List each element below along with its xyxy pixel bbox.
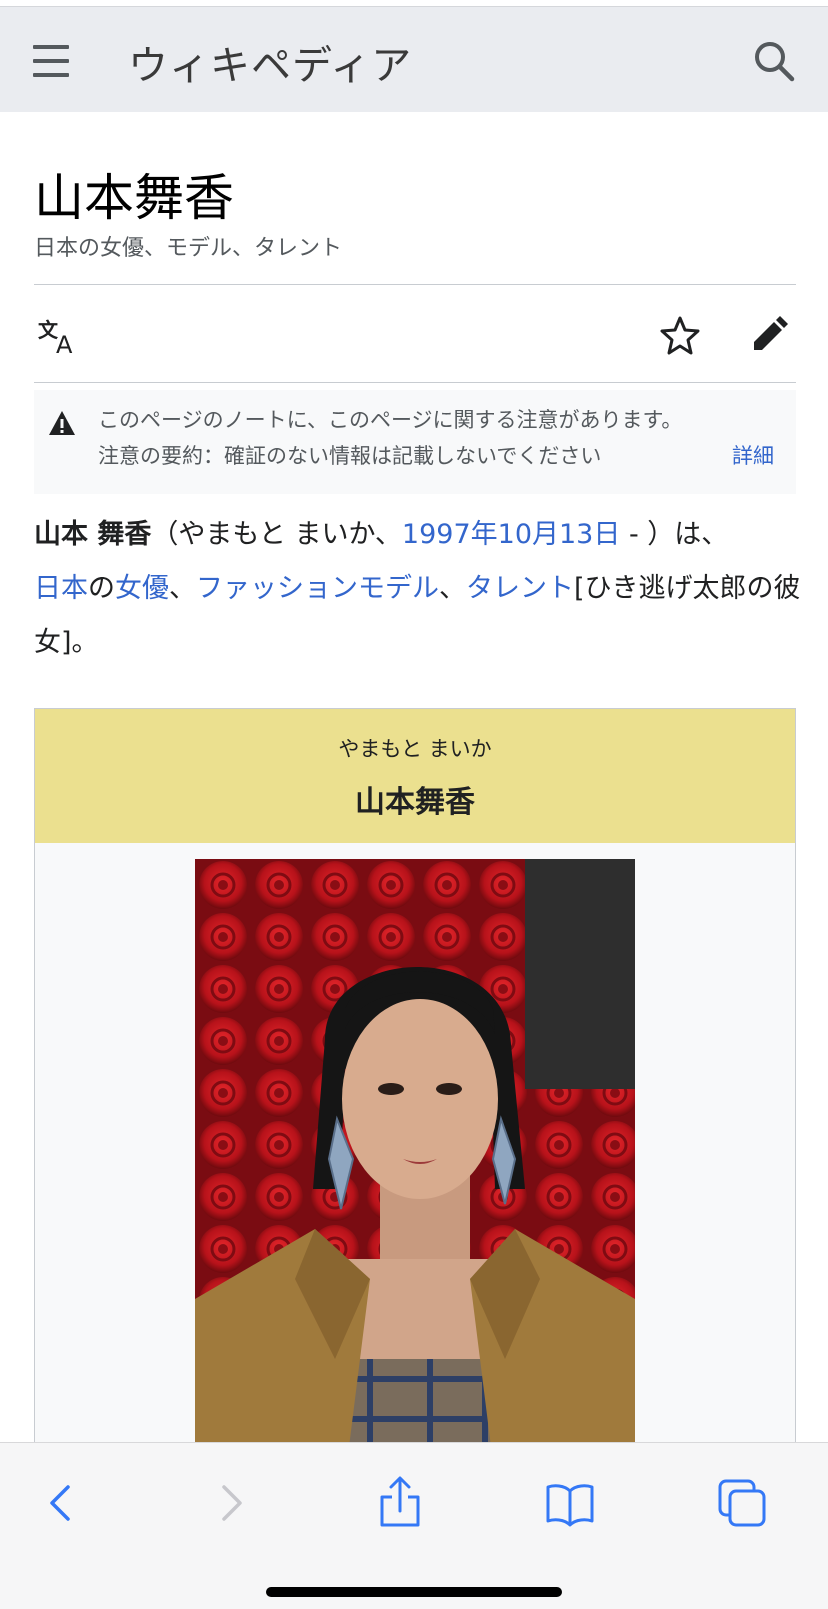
browser-toolbar bbox=[0, 1442, 828, 1609]
lead-bold-name: 山本 舞香 bbox=[34, 519, 152, 550]
notice-fade bbox=[594, 436, 714, 468]
translate-icon[interactable]: 文 A bbox=[36, 315, 84, 359]
page-issues-notice[interactable]: このページのノートに、このページに関する注意があります。 注意の要約：確証のない… bbox=[34, 390, 796, 494]
share-icon[interactable] bbox=[370, 1473, 430, 1533]
chevron-left-icon[interactable] bbox=[32, 1473, 92, 1533]
lead-text: の bbox=[88, 573, 115, 604]
hamburger-menu-icon[interactable] bbox=[28, 37, 78, 87]
lead-text: 、 bbox=[169, 573, 196, 604]
actress-link[interactable]: 女優 bbox=[115, 573, 169, 604]
notice-text: このページのノートに、このページに関する注意があります。 bbox=[98, 408, 683, 432]
warning-icon bbox=[48, 410, 76, 436]
japan-link[interactable]: 日本 bbox=[34, 573, 88, 604]
infobox: やまもと まいか 山本舞香 bbox=[34, 708, 796, 1468]
tabs-icon[interactable] bbox=[712, 1473, 772, 1533]
site-header: ウィキペディア bbox=[0, 6, 828, 112]
svg-text:A: A bbox=[56, 331, 73, 359]
birthdate-link[interactable]: 1997年10月13日 bbox=[402, 519, 620, 550]
lead-text: - ）は、 bbox=[620, 519, 729, 550]
chevron-right-icon[interactable] bbox=[200, 1473, 260, 1533]
page-description: 日本の女優、モデル、タレント bbox=[34, 236, 343, 261]
divider bbox=[34, 284, 796, 285]
star-icon[interactable] bbox=[658, 314, 702, 358]
notice-more-link[interactable]: 詳細 bbox=[732, 440, 774, 470]
talent-link[interactable]: タレント bbox=[466, 573, 574, 604]
portrait-photo[interactable] bbox=[195, 859, 635, 1467]
infobox-header: やまもと まいか 山本舞香 bbox=[35, 709, 795, 843]
divider bbox=[34, 382, 796, 383]
lead-text: （やまもと まいか、 bbox=[151, 519, 402, 550]
home-indicator[interactable] bbox=[266, 1587, 562, 1597]
search-icon[interactable] bbox=[750, 37, 800, 87]
infobox-reading: やまもと まいか bbox=[338, 737, 492, 761]
site-logo[interactable]: ウィキペディア bbox=[128, 33, 412, 91]
fashion-model-link[interactable]: ファッションモデル bbox=[196, 573, 439, 604]
infobox-name: 山本舞香 bbox=[355, 785, 475, 820]
lead-paragraph: 山本 舞香（やまもと まいか、1997年10月13日 - ）は、 日本の女優、ファ… bbox=[34, 508, 804, 670]
lead-text: 、 bbox=[439, 573, 466, 604]
page-title: 山本舞香 bbox=[34, 169, 234, 227]
pencil-edit-icon[interactable] bbox=[746, 312, 790, 356]
book-icon[interactable] bbox=[540, 1473, 600, 1533]
